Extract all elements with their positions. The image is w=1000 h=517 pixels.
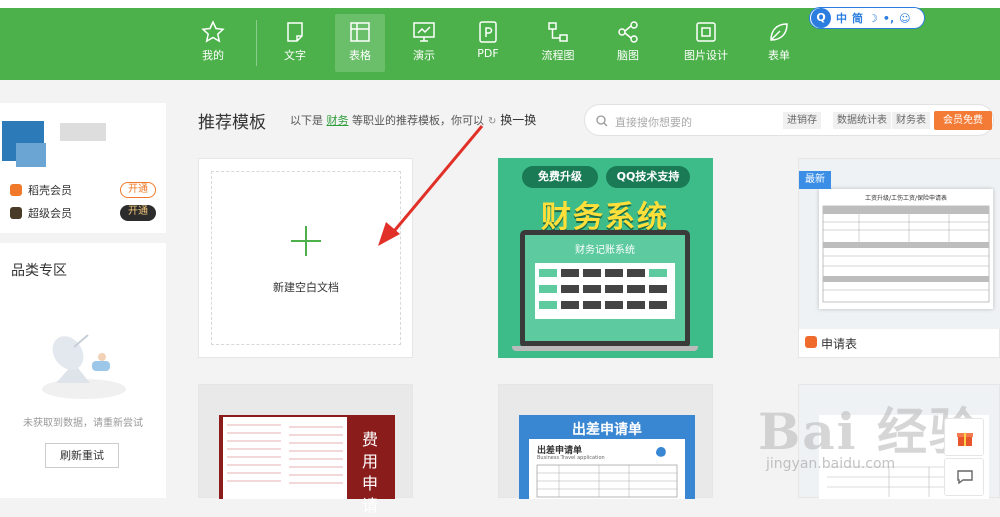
- presentation-icon: [413, 22, 435, 42]
- document-icon: [287, 22, 303, 42]
- qq-support-badge: QQ技术支持: [606, 166, 690, 188]
- laptop-illustration: 财务记账系统: [520, 230, 690, 348]
- user-name-blurred: [60, 123, 106, 141]
- docer-icon: [805, 336, 817, 348]
- chat-icon: [957, 470, 973, 485]
- satellite-dish-illustration: [42, 334, 126, 399]
- search-tag[interactable]: 进销存: [783, 112, 821, 129]
- gift-button[interactable]: [944, 418, 984, 456]
- template-name: 申请表: [821, 337, 858, 351]
- super-vip-row: 超级会员 开通: [10, 204, 156, 222]
- nav-label: 图片设计: [684, 49, 728, 62]
- super-vip-open-button[interactable]: 开通: [120, 205, 156, 221]
- nav-separator: [256, 20, 257, 66]
- profession-link[interactable]: 财务: [327, 114, 349, 127]
- empty-data-text: 未获取到数据，请重新尝试: [23, 418, 143, 429]
- laptop-base: [512, 346, 698, 351]
- form-sheet-title: 工资升级/工伤工资/保险申请表: [864, 195, 948, 202]
- docer-vip-icon: [10, 184, 22, 196]
- chat-button[interactable]: [944, 458, 984, 496]
- plus-icon: [291, 226, 321, 256]
- nav-item-mindmap[interactable]: 脑图: [603, 14, 653, 72]
- expense-sheet-lines: [227, 424, 343, 484]
- ime-mode[interactable]: 中: [836, 10, 847, 26]
- table-icon: [350, 22, 370, 42]
- docer-vip-open-button[interactable]: 开通: [120, 182, 156, 198]
- image-design-icon: [696, 22, 716, 42]
- vip-free-button[interactable]: 会员免费: [934, 111, 992, 130]
- super-vip-icon: [10, 207, 22, 219]
- pdf-icon: [479, 21, 497, 43]
- nav-item-mine[interactable]: 我的: [188, 14, 238, 72]
- nav-label: 表格: [349, 49, 371, 62]
- nav-item-flowchart[interactable]: 流程图: [533, 14, 583, 72]
- baidu-watermark-url: jingyan.baidu.com: [766, 456, 896, 472]
- ime-logo: Q: [811, 8, 831, 28]
- latest-badge: 最新: [799, 171, 831, 189]
- laptop-screen: 财务记账系统: [525, 235, 685, 341]
- expense-vertical-title: 费用申请: [362, 430, 379, 515]
- nav-label: 流程图: [541, 49, 575, 62]
- nav-item-presentation[interactable]: 演示: [399, 14, 449, 72]
- template-card-application-form[interactable]: 工资升级/工伤工资/保险申请表 最新 申请表: [798, 158, 1000, 358]
- form-preview-sheet: 工资升级/工伤工资/保险申请表: [819, 189, 993, 309]
- docer-vip-row: 稻壳会员 开通: [10, 181, 156, 199]
- gift-icon: [957, 433, 973, 446]
- swap-button[interactable]: ↻ 换一换: [488, 111, 536, 128]
- ime-toolbar[interactable]: Q 中 简 ☽ •‚ ☺: [809, 7, 925, 29]
- search-input[interactable]: 直接搜你想要的: [615, 114, 692, 130]
- red-arrow-annotation: [378, 125, 484, 246]
- new-doc-label: 新建空白文档: [273, 281, 339, 294]
- template-card-business-travel[interactable]: 出差申请单 出差申请单 Business Travel application: [498, 384, 713, 499]
- free-upgrade-badge: 免费升级: [522, 166, 598, 188]
- flowchart-icon: [548, 22, 568, 42]
- smiley-icon[interactable]: ☺: [899, 12, 910, 25]
- screen-title: 财务记账系统: [575, 245, 635, 256]
- travel-sheet-grid: [536, 447, 678, 498]
- nav-item-table[interactable]: 表格: [335, 14, 385, 72]
- nav-label: 文字: [284, 49, 306, 62]
- nav-item-image-design[interactable]: 图片设计: [678, 14, 734, 72]
- search-tag[interactable]: 财务表: [892, 112, 930, 129]
- search-icon: [596, 115, 608, 127]
- nav-label: 脑图: [617, 49, 639, 62]
- nav-item-text[interactable]: 文字: [270, 14, 320, 72]
- moon-icon[interactable]: ☽: [868, 12, 878, 25]
- form-grid: [822, 205, 990, 303]
- category-title: 品类专区: [11, 263, 67, 279]
- docer-vip-label: 稻壳会员: [28, 184, 72, 197]
- travel-sheet: 出差申请单 Business Travel application: [529, 439, 685, 499]
- nav-label: PDF: [477, 47, 499, 60]
- form-icon: [770, 23, 788, 41]
- page-title: 推荐模板: [198, 113, 266, 133]
- star-icon: [201, 20, 225, 43]
- template-card-expense-application[interactable]: 费用申请: [198, 384, 413, 515]
- super-vip-label: 超级会员: [28, 207, 72, 220]
- nav-label: 表单: [768, 49, 790, 62]
- user-card: 稻壳会员 开通 超级会员 开通: [0, 103, 166, 233]
- desc-prefix: 以下是: [290, 114, 323, 127]
- template-card-finance-system[interactable]: 免费升级 QQ技术支持 财务系统 财务记账系统: [498, 158, 713, 358]
- travel-cover-title: 出差申请单: [572, 422, 642, 438]
- swap-label: 换一换: [500, 113, 537, 127]
- punctuation-icon[interactable]: •‚: [883, 12, 894, 25]
- ime-width-mode[interactable]: 简: [852, 10, 863, 26]
- avatar-overlay: [16, 143, 46, 167]
- refresh-retry-button[interactable]: 刷新重试: [45, 443, 119, 468]
- screen-panel: [535, 263, 675, 319]
- search-tag[interactable]: 数据统计表: [833, 112, 891, 129]
- template-search-box[interactable]: 直接搜你想要的 进销存 数据统计表 财务表 会员免费: [584, 104, 994, 136]
- nav-label: 演示: [413, 49, 435, 62]
- nav-label: 我的: [202, 49, 224, 62]
- nav-item-pdf[interactable]: PDF: [463, 14, 513, 72]
- nav-item-form[interactable]: 表单: [754, 14, 804, 72]
- mindmap-icon: [618, 21, 638, 43]
- expense-sheet: [223, 417, 347, 499]
